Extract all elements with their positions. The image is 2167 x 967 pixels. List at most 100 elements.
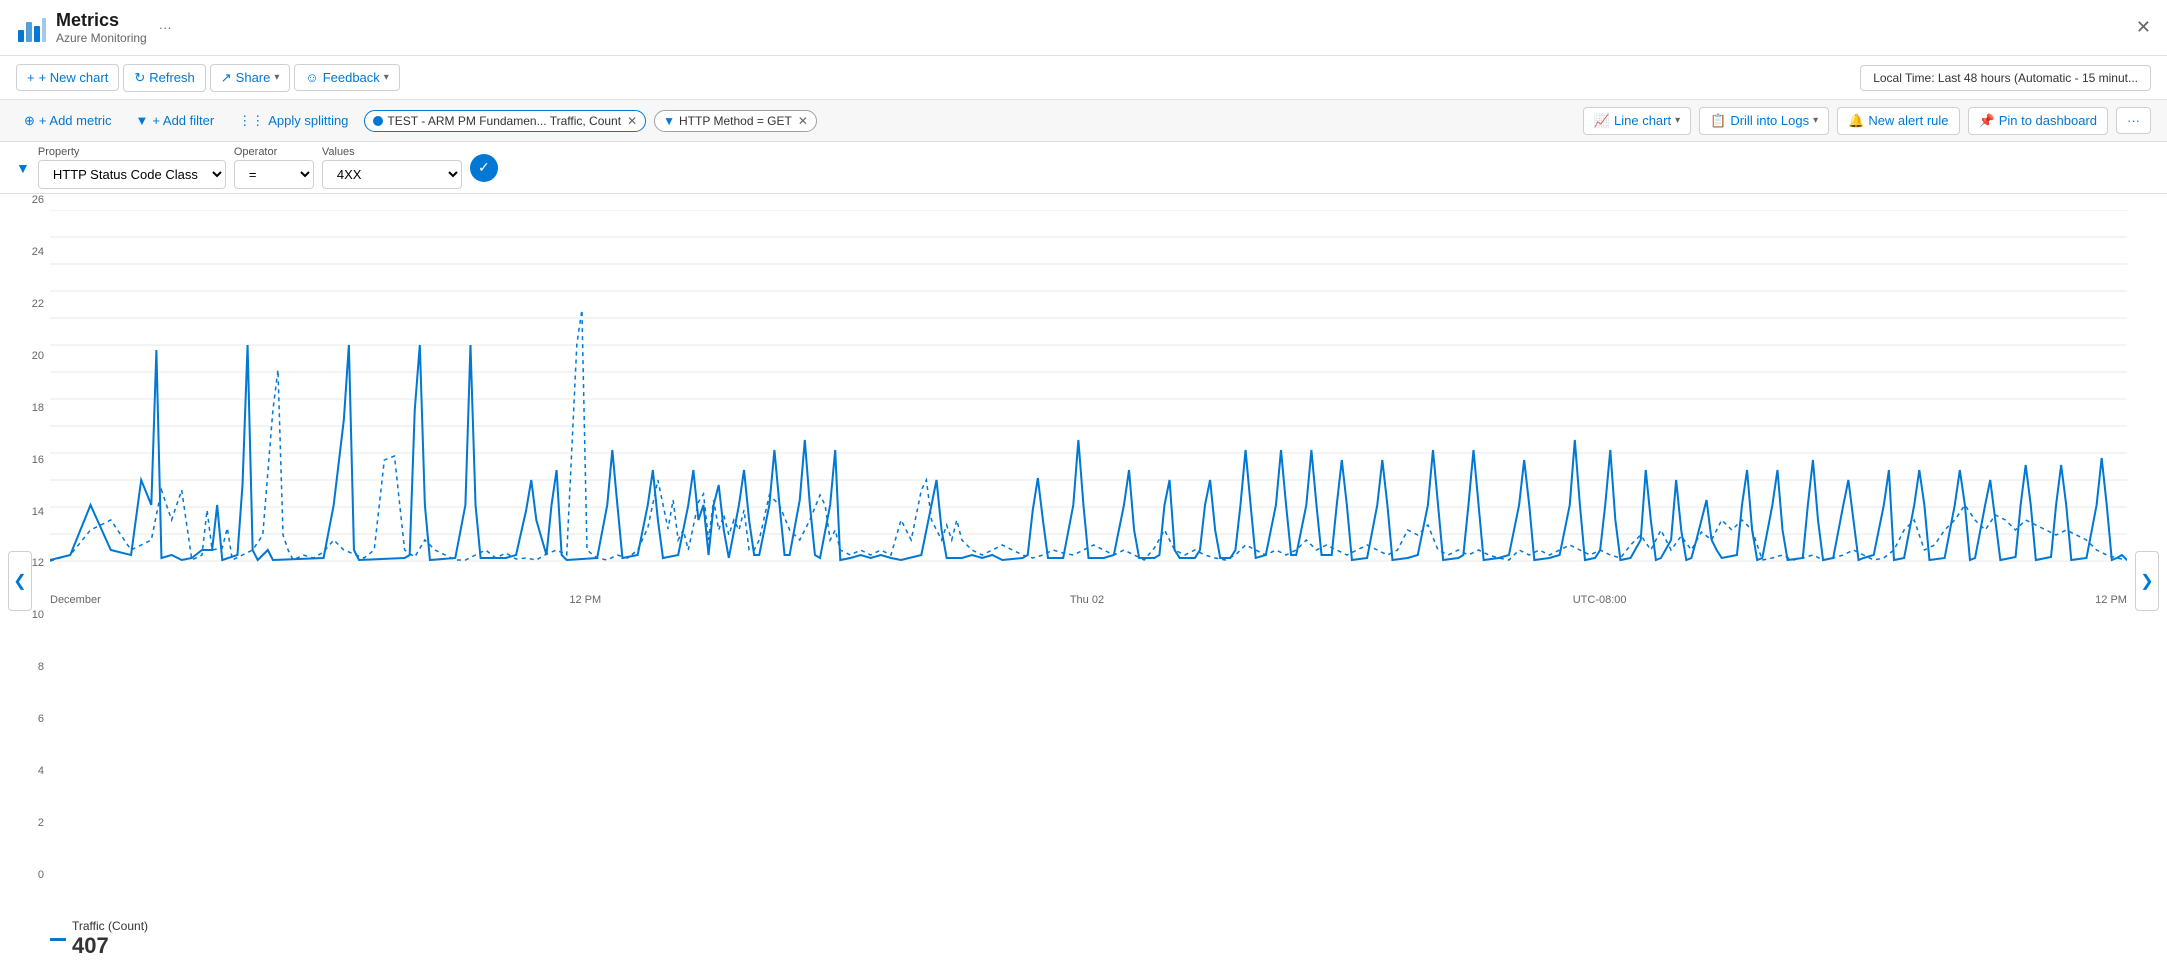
app-icon xyxy=(16,12,48,44)
add-metric-label: + Add metric xyxy=(39,113,112,128)
x-label-utc: UTC-08:00 xyxy=(1573,594,1627,606)
chart-area: 0 2 4 6 8 10 12 14 16 18 20 22 24 26 Dec… xyxy=(0,194,2167,911)
header-more-icon[interactable]: ··· xyxy=(159,20,172,35)
main-content: + + New chart ↻ Refresh ↗ Share ▾ ☺ Feed… xyxy=(0,56,2167,967)
feedback-button[interactable]: ☺ Feedback ▾ xyxy=(294,64,399,91)
chart-toolbar: ⊕ + Add metric ▼ + Add filter ⋮⋮ Apply s… xyxy=(0,100,2167,142)
y-label-20: 20 xyxy=(8,350,44,362)
x-label-12pm-2: 12 PM xyxy=(2095,594,2127,606)
chart-legend: Traffic (Count) 407 xyxy=(0,911,2167,967)
legend-value: 407 xyxy=(72,933,148,959)
new-chart-icon: + xyxy=(27,70,35,85)
add-filter-label: + Add filter xyxy=(152,113,214,128)
refresh-button[interactable]: ↻ Refresh xyxy=(123,64,205,92)
y-label-26: 26 xyxy=(8,194,44,206)
toolbar-right: Local Time: Last 48 hours (Automatic - 1… xyxy=(1860,65,2151,91)
chart-toolbar-right: 📈 Line chart ▾ 📋 Drill into Logs ▾ 🔔 New… xyxy=(1583,107,2151,135)
chart-toolbar-left: ⊕ + Add metric ▼ + Add filter ⋮⋮ Apply s… xyxy=(16,109,1575,133)
line-chart-chevron-icon: ▾ xyxy=(1675,115,1680,126)
share-label: Share xyxy=(236,70,271,85)
app-header: Metrics Azure Monitoring ··· ✕ xyxy=(0,0,2167,56)
add-filter-button[interactable]: ▼ + Add filter xyxy=(128,109,223,132)
filter-confirm-button[interactable]: ✓ xyxy=(470,154,498,182)
property-select[interactable]: HTTP Status Code Class xyxy=(38,160,226,189)
drill-logs-chevron-icon: ▾ xyxy=(1813,115,1818,126)
new-chart-label: + New chart xyxy=(39,70,109,85)
x-label-december: December xyxy=(50,594,101,606)
new-alert-rule-label: New alert rule xyxy=(1868,113,1948,128)
new-chart-button[interactable]: + + New chart xyxy=(16,64,119,91)
feedback-chevron-icon: ▾ xyxy=(384,72,389,83)
top-toolbar: + + New chart ↻ Refresh ↗ Share ▾ ☺ Feed… xyxy=(0,56,2167,100)
line-chart-button[interactable]: 📈 Line chart ▾ xyxy=(1583,107,1691,135)
operator-select[interactable]: = xyxy=(234,160,314,189)
share-chevron-icon: ▾ xyxy=(274,72,279,83)
metric-tag-label: TEST - ARM PM Fundamen... Traffic, Count xyxy=(387,114,621,128)
chart-nav-left[interactable]: ❮ xyxy=(8,551,32,611)
filter-tag[interactable]: ▼ HTTP Method = GET ✕ xyxy=(654,110,817,132)
drill-into-logs-button[interactable]: 📋 Drill into Logs ▾ xyxy=(1699,107,1829,135)
legend-text-group: Traffic (Count) 407 xyxy=(72,919,148,959)
app-subtitle: Azure Monitoring xyxy=(56,31,147,45)
y-label-8: 8 xyxy=(8,661,44,673)
refresh-label: Refresh xyxy=(149,70,195,85)
metric-tag-close-icon[interactable]: ✕ xyxy=(627,114,637,128)
right-arrow-icon: ❯ xyxy=(2140,571,2153,591)
confirm-check-icon: ✓ xyxy=(478,159,490,176)
chart-wrapper: ❮ ❯ xyxy=(0,194,2167,967)
left-arrow-icon: ❮ xyxy=(13,571,26,591)
legend-line-icon xyxy=(50,938,66,941)
y-label-24: 24 xyxy=(8,246,44,258)
chart-nav-right[interactable]: ❯ xyxy=(2135,551,2159,611)
x-label-12pm-1: 12 PM xyxy=(569,594,601,606)
chart-svg xyxy=(50,210,2127,590)
refresh-icon: ↻ xyxy=(134,70,145,86)
pin-to-dashboard-label: Pin to dashboard xyxy=(1999,113,2097,128)
close-button[interactable]: ✕ xyxy=(2136,17,2151,38)
share-button[interactable]: ↗ Share ▾ xyxy=(210,64,291,92)
filter-dropdown-row: ▼ Property HTTP Status Code Class Operat… xyxy=(0,142,2167,194)
legend-item: Traffic (Count) 407 xyxy=(50,919,148,959)
y-axis: 0 2 4 6 8 10 12 14 16 18 20 22 24 26 xyxy=(8,194,44,881)
metric-tag[interactable]: TEST - ARM PM Fundamen... Traffic, Count… xyxy=(364,110,646,132)
x-axis: December 12 PM Thu 02 UTC-08:00 12 PM xyxy=(50,594,2127,606)
alert-rule-icon: 🔔 xyxy=(1848,113,1864,129)
pin-to-dashboard-button[interactable]: 📌 Pin to dashboard xyxy=(1968,107,2108,135)
time-range-button[interactable]: Local Time: Last 48 hours (Automatic - 1… xyxy=(1860,65,2151,91)
y-label-4: 4 xyxy=(8,765,44,777)
more-icon: ··· xyxy=(2127,113,2140,128)
more-options-button[interactable]: ··· xyxy=(2116,107,2151,134)
y-label-16: 16 xyxy=(8,454,44,466)
y-label-18: 18 xyxy=(8,402,44,414)
legend-label: Traffic (Count) xyxy=(72,919,148,933)
x-label-thu02: Thu 02 xyxy=(1070,594,1104,606)
y-label-2: 2 xyxy=(8,817,44,829)
metric-dot-icon xyxy=(373,116,383,126)
add-metric-icon: ⊕ xyxy=(24,113,35,129)
add-metric-button[interactable]: ⊕ + Add metric xyxy=(16,109,120,133)
filter-tag-close-icon[interactable]: ✕ xyxy=(798,114,808,128)
filter-funnel-icon: ▼ xyxy=(663,114,675,128)
line-chart-icon: 📈 xyxy=(1594,113,1610,129)
apply-splitting-button[interactable]: ⋮⋮ Apply splitting xyxy=(230,109,356,133)
y-label-0: 0 xyxy=(8,869,44,881)
share-icon: ↗ xyxy=(221,70,232,86)
drill-logs-icon: 📋 xyxy=(1710,113,1726,129)
y-label-10: 10 xyxy=(8,609,44,621)
filter-tag-label: HTTP Method = GET xyxy=(679,114,792,128)
drill-into-logs-label: Drill into Logs xyxy=(1730,113,1809,128)
operator-group: Operator = xyxy=(234,146,314,189)
line-chart-label: Line chart xyxy=(1614,113,1671,128)
values-select[interactable]: 4XX xyxy=(322,160,462,189)
property-group: Property HTTP Status Code Class xyxy=(38,146,226,189)
y-label-14: 14 xyxy=(8,506,44,518)
title-group: Metrics Azure Monitoring xyxy=(56,10,147,45)
splitting-icon: ⋮⋮ xyxy=(238,113,264,129)
feedback-label: Feedback xyxy=(323,70,380,85)
y-label-22: 22 xyxy=(8,298,44,310)
feedback-icon: ☺ xyxy=(305,70,318,85)
app-title: Metrics xyxy=(56,10,147,31)
property-label: Property xyxy=(38,146,226,158)
new-alert-rule-button[interactable]: 🔔 New alert rule xyxy=(1837,107,1959,135)
filter-icon: ▼ xyxy=(136,113,149,128)
